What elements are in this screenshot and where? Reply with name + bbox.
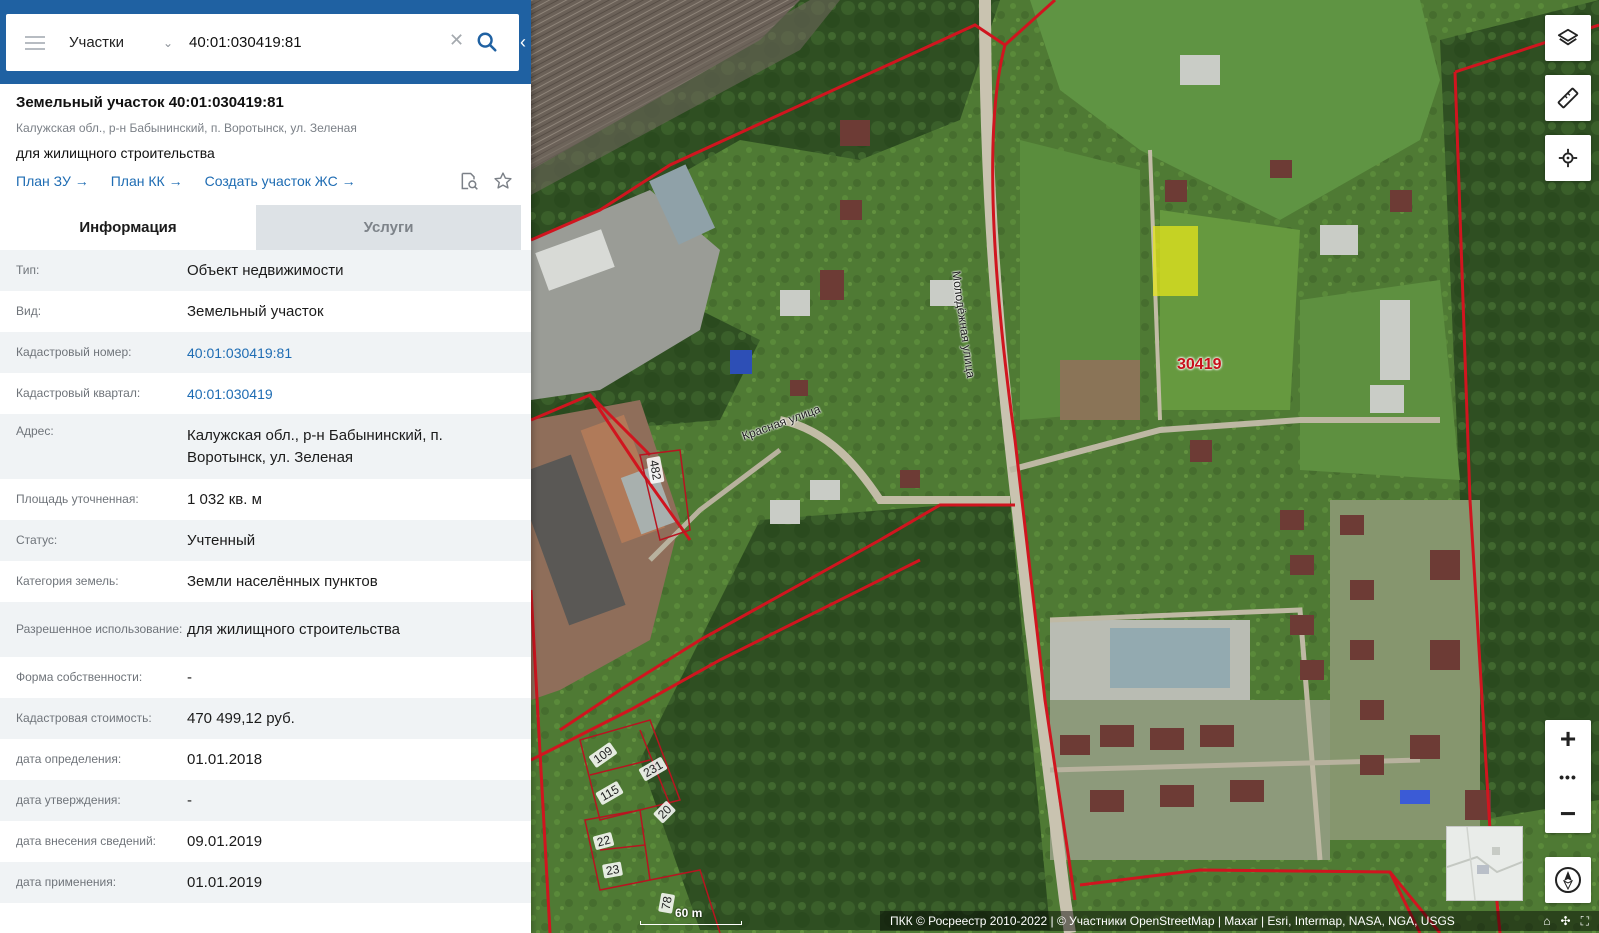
- detail-row-permitted-use: Разрешенное использование: для жилищного…: [0, 602, 531, 657]
- detail-row-cadastral-value: Кадастровая стоимость: 470 499,12 руб.: [0, 698, 531, 739]
- detail-label: Кадастровый квартал:: [16, 386, 141, 400]
- detail-value: Земли населённых пунктов: [187, 572, 378, 590]
- detail-value: 09.01.2019: [187, 832, 263, 850]
- document-search-icon[interactable]: [459, 171, 479, 191]
- details-table: Тип: Объект недвижимости Вид: Земельный …: [0, 250, 531, 903]
- detail-value: Калужская обл., р-н Бабынинский, п. Воро…: [187, 426, 443, 466]
- detail-value: для жилищного строительства: [187, 620, 401, 638]
- detail-label: дата определения:: [16, 752, 122, 766]
- detail-label: дата внесения сведений:: [16, 834, 156, 848]
- ruler-button[interactable]: [1545, 75, 1591, 121]
- detail-label: Кадастровая стоимость:: [16, 711, 152, 725]
- detail-row-approval-date: дата утверждения: -: [0, 780, 531, 821]
- create-parcel-link[interactable]: Создать участок ЖС →: [205, 173, 356, 189]
- menu-icon[interactable]: [25, 35, 45, 50]
- detail-row-entry-date: дата внесения сведений: 09.01.2019: [0, 821, 531, 862]
- detail-row-cadastral-number: Кадастровый номер: 40:01:030419:81: [0, 332, 531, 373]
- clear-icon[interactable]: ✕: [449, 30, 464, 51]
- detail-value: 470 499,12 руб.: [187, 709, 295, 727]
- detail-row-kind: Вид: Земельный участок: [0, 291, 531, 332]
- search-box: Участки ⌄ ✕: [6, 14, 519, 71]
- scale-label: 60 m: [675, 906, 703, 920]
- layers-button[interactable]: [1545, 15, 1591, 61]
- detail-value: Учтенный: [187, 531, 256, 549]
- layer-select[interactable]: Участки: [69, 34, 163, 51]
- search-icon[interactable]: [476, 31, 498, 53]
- detail-label: Тип:: [16, 263, 40, 277]
- object-links: План ЗУ → План КК → Создать участок ЖС →: [16, 171, 515, 191]
- detail-row-determination-date: дата определения: 01.01.2018: [0, 739, 531, 780]
- attribution-bar: ПКК © Росреестр 2010-2022 | © Участники …: [880, 911, 1599, 931]
- detail-label: Статус:: [16, 533, 58, 547]
- compass-icon: [1555, 867, 1581, 893]
- overview-minimap[interactable]: [1446, 826, 1523, 901]
- detail-label: Вид:: [16, 304, 42, 318]
- home-icon[interactable]: ⌂: [1543, 914, 1550, 929]
- tab-information[interactable]: Информация: [0, 205, 256, 250]
- tab-bar: Информация Услуги: [0, 205, 531, 250]
- detail-value: Земельный участок: [187, 302, 324, 320]
- detail-row-application-date: дата применения: 01.01.2019: [0, 862, 531, 903]
- detail-row-ownership: Форма собственности: -: [0, 657, 531, 698]
- cadastral-quarter-link[interactable]: 40:01:030419: [187, 383, 531, 405]
- ruler-icon: [1557, 87, 1579, 109]
- detail-label: Категория земель:: [16, 574, 119, 588]
- detail-row-cadastral-quarter: Кадастровый квартал: 40:01:030419: [0, 373, 531, 414]
- attribution-text: ПКК © Росреестр 2010-2022 | © Участники …: [890, 914, 1455, 928]
- detail-label: Форма собственности:: [16, 670, 143, 684]
- info-panel: Участки ⌄ ✕ ‹ Земельный участок 40:01:03…: [0, 0, 531, 933]
- fullscreen-icon[interactable]: ⛶: [1581, 914, 1589, 929]
- locate-me-button[interactable]: [1545, 135, 1591, 181]
- detail-label: Адрес:: [16, 424, 54, 438]
- plan-kk-link[interactable]: План КК →: [111, 173, 183, 189]
- scale-bar: 60 m: [640, 906, 742, 928]
- object-header: Земельный участок 40:01:030419:81 Калужс…: [0, 84, 531, 191]
- detail-value: -: [187, 791, 192, 809]
- selected-parcel: [1153, 226, 1198, 296]
- object-use: для жилищного строительства: [16, 145, 215, 161]
- detail-label: Кадастровый номер:: [16, 345, 132, 359]
- detail-value: 01.01.2018: [187, 750, 263, 768]
- detail-row-type: Тип: Объект недвижимости: [0, 250, 531, 291]
- zoom-control: + ••• −: [1545, 720, 1591, 833]
- detail-value: -: [187, 668, 192, 686]
- zoom-out-button[interactable]: −: [1545, 795, 1591, 833]
- detail-row-address: Адрес: Калужская обл., р-н Бабынинский, …: [0, 414, 531, 479]
- detail-value: Объект недвижимости: [187, 261, 344, 279]
- plan-zu-link[interactable]: План ЗУ →: [16, 173, 89, 189]
- search-input[interactable]: [189, 34, 429, 51]
- zoom-in-button[interactable]: +: [1545, 720, 1591, 758]
- layers-icon: [1557, 28, 1579, 46]
- compass-button[interactable]: [1545, 857, 1591, 903]
- quarter-label: 30419: [1177, 356, 1222, 373]
- tab-services[interactable]: Услуги: [256, 205, 521, 250]
- detail-label: Площадь уточненная:: [16, 492, 139, 506]
- object-address: Калужская обл., р-н Бабынинский, п. Воро…: [16, 121, 357, 135]
- detail-label: дата утверждения:: [16, 793, 121, 807]
- cadastral-number-link[interactable]: 40:01:030419:81: [187, 342, 531, 364]
- zoom-more-button[interactable]: •••: [1545, 758, 1591, 795]
- detail-row-land-category: Категория земель: Земли населённых пункт…: [0, 561, 531, 602]
- detail-label: Разрешенное использование:: [16, 622, 183, 636]
- search-bar: Участки ⌄ ✕ ‹: [0, 0, 531, 84]
- collapse-panel-icon[interactable]: ‹: [515, 32, 531, 53]
- detail-row-status: Статус: Учтенный: [0, 520, 531, 561]
- locate-icon[interactable]: ✣: [1561, 914, 1571, 929]
- detail-value: 01.01.2019: [187, 873, 263, 891]
- object-title: Земельный участок 40:01:030419:81: [16, 94, 284, 111]
- detail-label: дата применения:: [16, 875, 117, 889]
- star-icon[interactable]: [493, 171, 513, 191]
- detail-value: 1 032 кв. м: [187, 490, 262, 508]
- detail-row-area: Площадь уточненная: 1 032 кв. м: [0, 479, 531, 520]
- minimap-image: [1446, 826, 1523, 901]
- crosshair-icon: [1558, 148, 1578, 168]
- chevron-down-icon[interactable]: ⌄: [163, 36, 189, 50]
